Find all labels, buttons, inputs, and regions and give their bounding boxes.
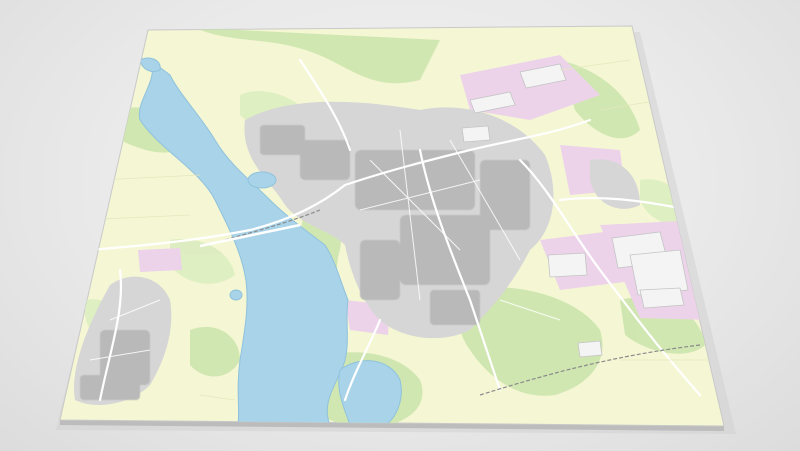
map-model-svg: [56, 25, 736, 434]
pond-east: [247, 171, 277, 189]
render-scene: [0, 0, 800, 451]
pond-small: [229, 289, 243, 301]
